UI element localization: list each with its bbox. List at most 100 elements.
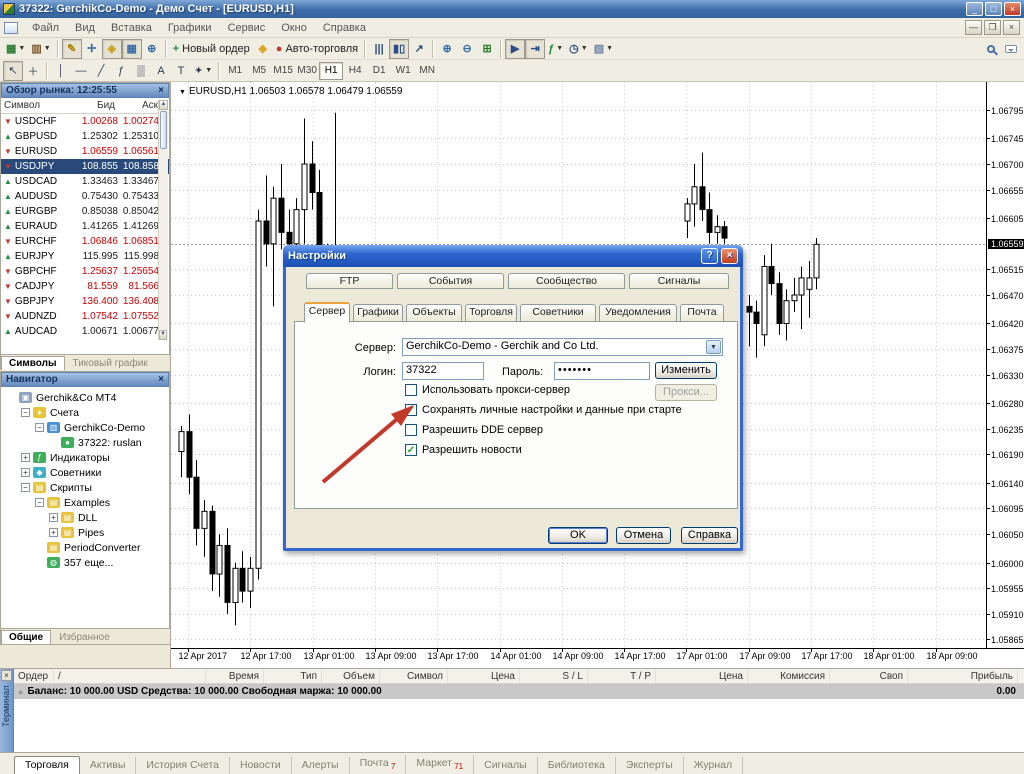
tree-item-periodconverter[interactable]: ▤PeriodConverter xyxy=(1,540,169,555)
timeframe-button-M15[interactable]: M15 xyxy=(271,62,295,80)
symbol-row-GBPUSD[interactable]: ▲GBPUSD1.253021.25310 xyxy=(1,129,169,144)
settings-tab-торговля[interactable]: Торговля xyxy=(465,304,517,322)
symbol-row-USDCAD[interactable]: ▲USDCAD1.334631.33467 xyxy=(1,174,169,189)
minimize-button[interactable]: _ xyxy=(966,2,983,16)
terminal-tab-7[interactable]: Сигналы xyxy=(474,757,538,774)
market-watch-header[interactable]: Обзор рынка: 12:25:55 × xyxy=(1,83,169,98)
settings-tab-советники[interactable]: Советники xyxy=(520,304,596,322)
terminal-tab-2[interactable]: История Счета xyxy=(136,757,230,774)
shapes-tool[interactable]: ✦▼ xyxy=(191,61,215,81)
menu-item-6[interactable]: Справка xyxy=(315,20,374,36)
settings-tab-сигналы[interactable]: Сигналы xyxy=(629,273,729,289)
symbol-row-EURJPY[interactable]: ▲EURJPY115.995115.998 xyxy=(1,249,169,264)
tree-item-37322-ruslan[interactable]: ●37322: ruslan xyxy=(1,435,169,450)
symbol-row-EURAUD[interactable]: ▲EURAUD1.412651.41269 xyxy=(1,219,169,234)
checked-checkbox[interactable]: ✓ xyxy=(405,444,417,456)
terminal-tab-0[interactable]: Торговля xyxy=(14,756,80,774)
dialog-title-bar[interactable]: Настройки ? × xyxy=(283,245,743,267)
market-watch-tab-1[interactable]: Тиковый график xyxy=(65,356,156,370)
symbol-row-AUDCAD[interactable]: ▲AUDCAD1.006711.00677 xyxy=(1,324,169,339)
terminal-tab-8[interactable]: Библиотека xyxy=(538,757,616,774)
settings-tab-сообщество[interactable]: Сообщество xyxy=(508,273,625,289)
terminal-column-5[interactable]: Символ xyxy=(380,670,448,683)
collapse-icon[interactable]: − xyxy=(21,483,30,492)
indicators-button[interactable]: ƒ▼ xyxy=(545,39,566,59)
dialog-close-icon[interactable]: × xyxy=(721,248,738,264)
title-bar[interactable]: 37322: GerchikCo-Demo - Демо Счет - [EUR… xyxy=(0,0,1024,18)
market-watch-toggle[interactable]: ✎ xyxy=(62,39,82,59)
tree-item-gerchikco-demo[interactable]: −▥GerchikCo-Demo xyxy=(1,420,169,435)
symbol-row-USDJPY[interactable]: ▼USDJPY108.855108.858 xyxy=(1,159,169,174)
tree-item-gerchik-co-mt4[interactable]: ▣Gerchik&Co MT4 xyxy=(1,390,169,405)
symbol-row-USDCHF[interactable]: ▼USDCHF1.002681.00274 xyxy=(1,114,169,129)
tree-item--[interactable]: −♦Счета xyxy=(1,405,169,420)
terminal-tab-5[interactable]: Почта 7 xyxy=(350,755,407,774)
templates-button[interactable]: ▧▼ xyxy=(591,39,616,59)
terminal-toggle[interactable]: ▦ xyxy=(122,39,142,59)
menu-item-0[interactable]: Файл xyxy=(24,20,67,36)
symbol-row-GBPJPY[interactable]: ▼GBPJPY136.400136.408 xyxy=(1,294,169,309)
maximize-button[interactable]: □ xyxy=(985,2,1002,16)
symbol-row-EURCHF[interactable]: ▼EURCHF1.068461.06851 xyxy=(1,234,169,249)
settings-tab-ftp[interactable]: FTP xyxy=(306,273,393,289)
symbol-row-AUDNZD[interactable]: ▼AUDNZD1.075421.07552 xyxy=(1,309,169,324)
text-tool[interactable]: A xyxy=(151,61,171,81)
terminal-column-9[interactable]: Цена xyxy=(656,670,748,683)
tree-item-examples[interactable]: −▤Examples xyxy=(1,495,169,510)
tree-item--[interactable]: +ƒИндикаторы xyxy=(1,450,169,465)
timeframe-button-D1[interactable]: D1 xyxy=(367,62,391,80)
symbol-row-EURGBP[interactable]: ▲EURGBP0.850380.85042 xyxy=(1,204,169,219)
mdi-restore-button[interactable]: ❐ xyxy=(984,20,1001,35)
expand-icon[interactable]: + xyxy=(49,513,58,522)
symbol-row-GBPCHF[interactable]: ▼GBPCHF1.256371.25654 xyxy=(1,264,169,279)
terminal-column-2[interactable]: Время xyxy=(206,670,264,683)
terminal-tab-9[interactable]: Эксперты xyxy=(616,757,684,774)
expand-icon[interactable]: + xyxy=(49,528,58,537)
tree-item-dll[interactable]: +▤DLL xyxy=(1,510,169,525)
terminal-tab-4[interactable]: Алерты xyxy=(292,757,350,774)
menu-item-2[interactable]: Вставка xyxy=(103,20,160,36)
checked-checkbox[interactable]: ✓ xyxy=(405,404,417,416)
market-watch-scrollbar[interactable]: ▲ ▼ xyxy=(158,100,168,340)
scroll-up-icon[interactable]: ▲ xyxy=(159,100,168,110)
combo-arrow-icon[interactable]: ▼ xyxy=(706,340,721,354)
timeframe-button-H1[interactable]: H1 xyxy=(319,62,343,80)
cancel-button[interactable]: Отмена xyxy=(616,527,671,544)
menu-item-3[interactable]: Графики xyxy=(160,20,220,36)
mdi-minimize-button[interactable]: — xyxy=(965,20,982,35)
terminal-column-6[interactable]: Цена xyxy=(448,670,520,683)
menu-item-5[interactable]: Окно xyxy=(273,20,315,36)
login-input[interactable]: 37322 xyxy=(402,362,484,380)
scroll-down-icon[interactable]: ▼ xyxy=(159,330,167,340)
periods-button[interactable]: ◷▼ xyxy=(566,39,591,59)
fibonacci-tool[interactable]: ƒ xyxy=(111,61,131,81)
timeframe-button-W1[interactable]: W1 xyxy=(391,62,415,80)
timeframe-button-M30[interactable]: M30 xyxy=(295,62,319,80)
ok-button[interactable]: OK xyxy=(548,527,608,544)
collapse-icon[interactable]: − xyxy=(35,423,44,432)
chart-shift-button[interactable]: ⇥ xyxy=(525,39,545,59)
settings-dialog[interactable]: Настройки ? × FTPСобытияСообществоСигнал… xyxy=(283,246,743,551)
menu-item-1[interactable]: Вид xyxy=(67,20,103,36)
column-header-1[interactable]: Бид xyxy=(71,100,118,111)
settings-tab-графики[interactable]: Графики xyxy=(353,304,403,322)
terminal-column-4[interactable]: Объем xyxy=(322,670,380,683)
help-button[interactable]: Справка xyxy=(681,527,738,544)
settings-tab-сервер[interactable]: Сервер xyxy=(304,302,350,323)
settings-tab-почта[interactable]: Почта xyxy=(680,304,724,322)
expand-icon[interactable]: + xyxy=(21,468,30,477)
zoom-out-button[interactable]: ⊖ xyxy=(457,39,477,59)
unchecked-checkbox[interactable] xyxy=(405,424,417,436)
balance-row[interactable]: ● Баланс: 10 000.00 USD Средства: 10 000… xyxy=(14,684,1024,699)
change-password-button[interactable]: Изменить xyxy=(655,362,717,379)
symbol-row-CADJPY[interactable]: ▼CADJPY81.55981.566 xyxy=(1,279,169,294)
timeframe-button-M1[interactable]: M1 xyxy=(223,62,247,80)
mdi-close-button[interactable]: × xyxy=(1003,20,1020,35)
settings-tab-уведомления[interactable]: Уведомления xyxy=(599,304,677,322)
terminal-column-8[interactable]: T / P xyxy=(588,670,656,683)
chart-dropdown-icon[interactable]: ▼ xyxy=(179,89,186,96)
timeframe-button-H4[interactable]: H4 xyxy=(343,62,367,80)
chat-button[interactable] xyxy=(1001,39,1021,59)
cursor-tool[interactable]: ↖ xyxy=(3,61,23,81)
close-button[interactable]: × xyxy=(1004,2,1021,16)
